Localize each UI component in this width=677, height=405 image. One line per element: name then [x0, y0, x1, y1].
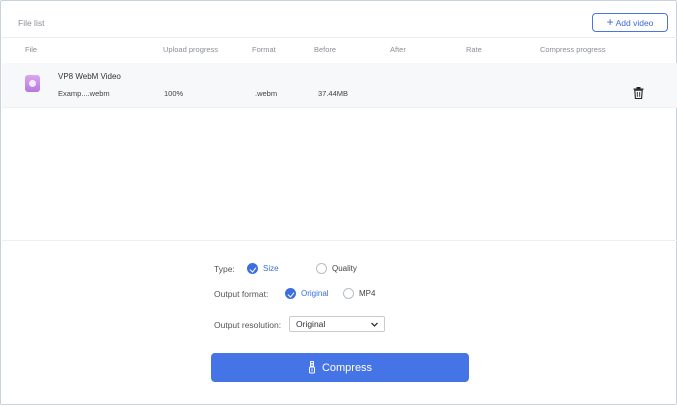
- file-type-label: VP8 WebM Video: [58, 72, 121, 81]
- type-quality-label[interactable]: Quality: [332, 264, 357, 273]
- add-video-button[interactable]: + Add video: [592, 13, 668, 32]
- format-mp4-radio[interactable]: [343, 288, 354, 299]
- file-name: Examp....webm: [58, 89, 110, 98]
- compress-label: Compress: [321, 361, 373, 374]
- type-size-radio[interactable]: [247, 263, 258, 274]
- column-header-before: Before: [314, 45, 337, 54]
- plus-icon: +: [606, 15, 614, 29]
- output-resolution-label: Output resolution:: [214, 320, 282, 330]
- format-original-label[interactable]: Original: [301, 289, 329, 298]
- section-divider: [2, 240, 677, 241]
- type-label: Type:: [214, 264, 235, 274]
- format-value: .webm: [255, 89, 278, 98]
- output-resolution-select[interactable]: Original: [289, 316, 385, 332]
- column-header-compress-progress: Compress progress: [540, 45, 606, 54]
- column-header-after: After: [390, 45, 406, 54]
- format-mp4-label[interactable]: MP4: [359, 289, 375, 298]
- column-header-upload-progress: Upload progress: [163, 45, 219, 54]
- add-video-label: Add video: [615, 17, 654, 28]
- file-list-header: [2, 2, 677, 38]
- app-window: File list + Add video File Upload progre…: [0, 0, 677, 405]
- output-format-label: Output format:: [214, 289, 269, 299]
- output-resolution-value: Original: [296, 319, 326, 329]
- before-size-value: 37.44MB: [318, 89, 349, 98]
- column-header-file: File: [25, 45, 38, 54]
- video-file-icon: [25, 75, 40, 92]
- format-original-radio[interactable]: [285, 288, 296, 299]
- type-quality-radio[interactable]: [316, 263, 327, 274]
- table-row: VP8 WebM Video Examp....webm 100% .webm …: [2, 63, 677, 108]
- column-header-format: Format: [252, 45, 276, 54]
- zipper-icon: [308, 361, 315, 374]
- compress-button[interactable]: Compress: [211, 353, 469, 382]
- column-header-rate: Rate: [466, 45, 482, 54]
- file-list-title: File list: [18, 18, 45, 28]
- chevron-down-icon: [371, 322, 378, 327]
- upload-progress-value: 100%: [164, 89, 184, 98]
- type-size-label[interactable]: Size: [263, 264, 279, 273]
- trash-icon[interactable]: [633, 87, 644, 99]
